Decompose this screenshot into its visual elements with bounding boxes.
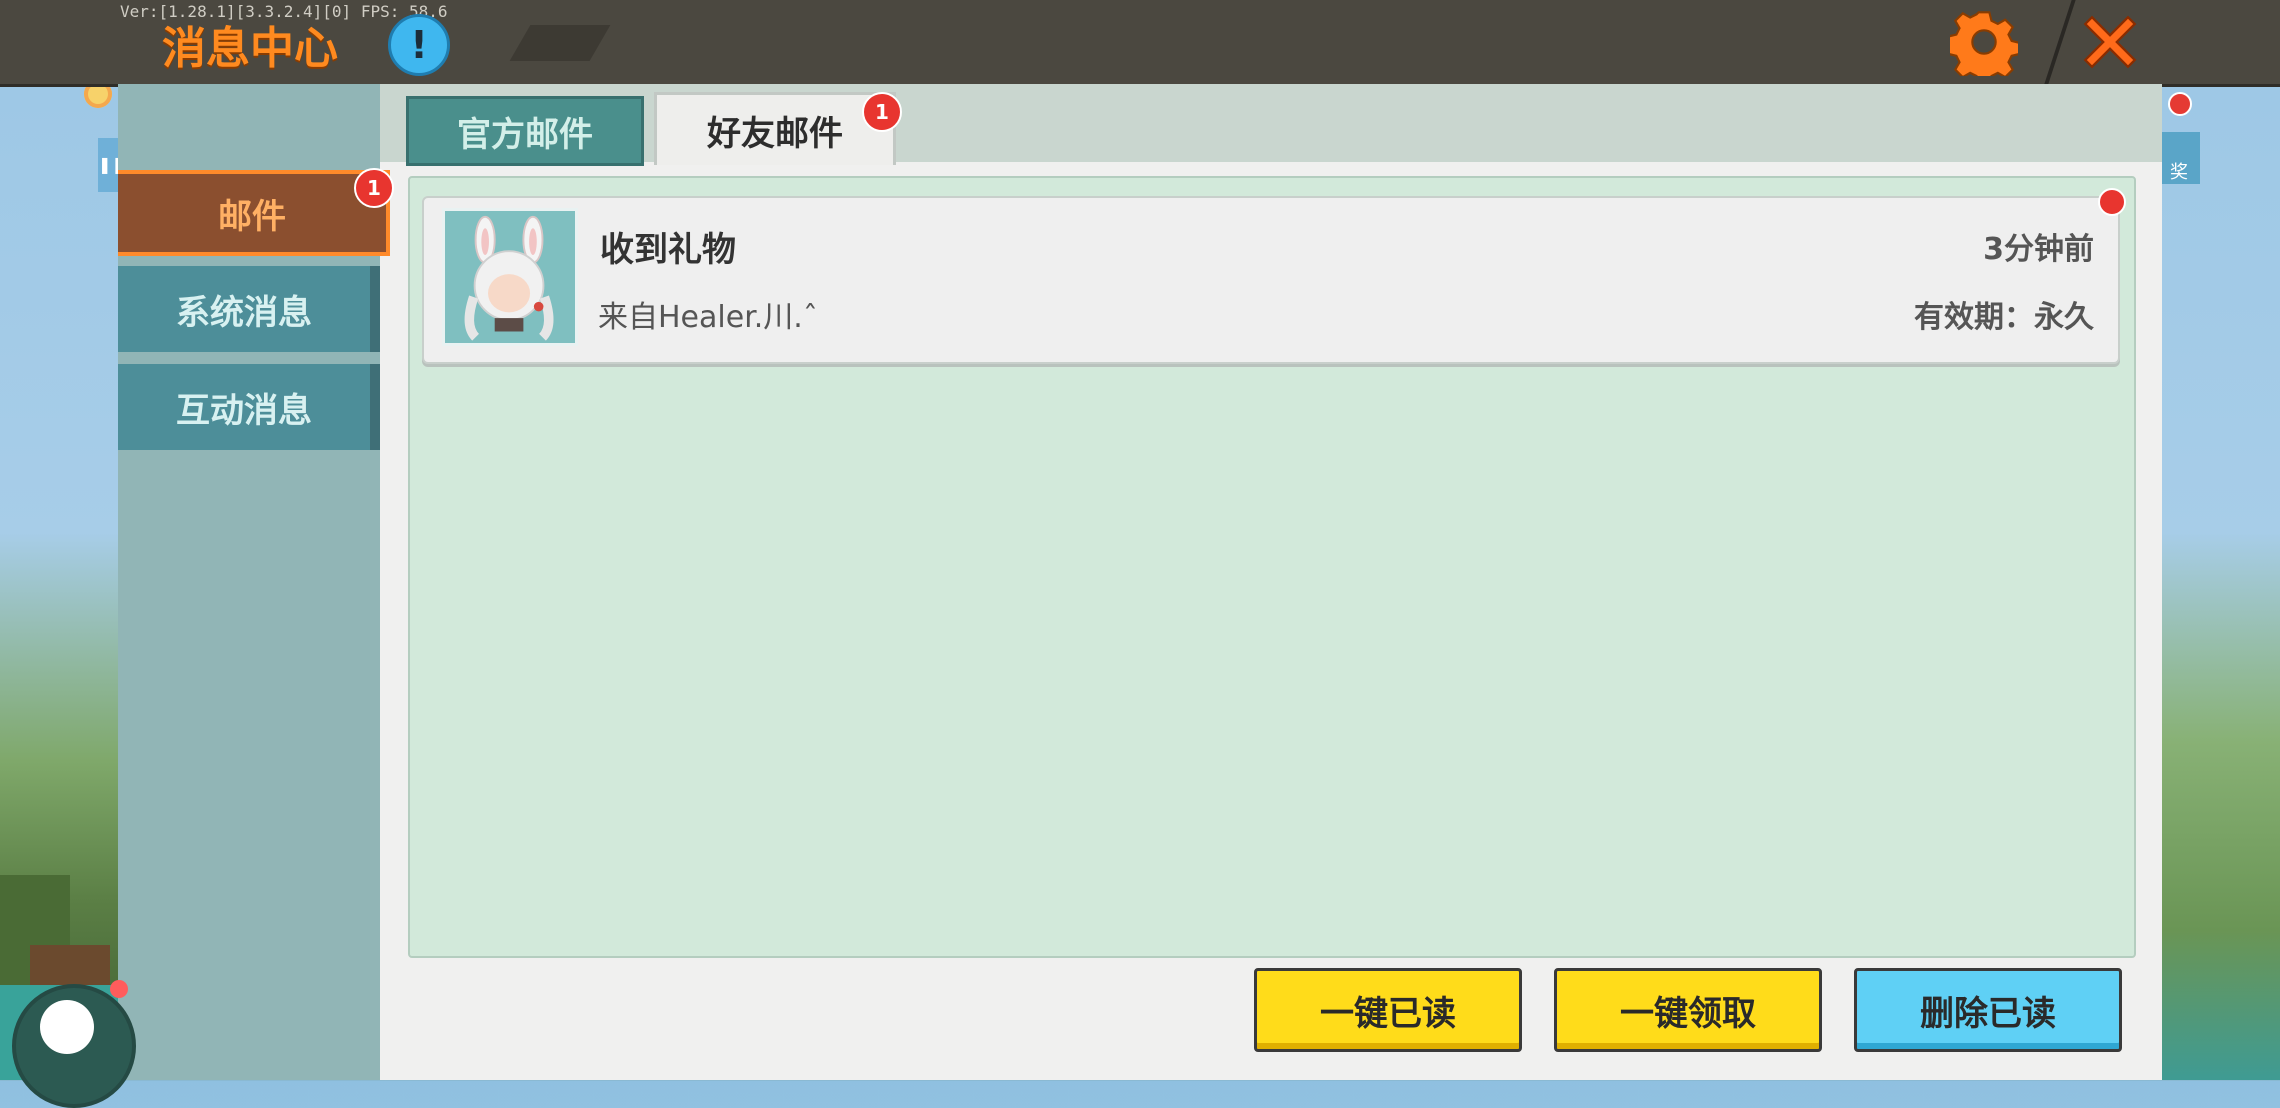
unread-dot: [2098, 188, 2126, 216]
tab-label: 官方邮件: [457, 114, 593, 155]
close-icon[interactable]: [2074, 6, 2146, 78]
tab-strip: [380, 84, 2162, 162]
info-icon[interactable]: !: [388, 14, 450, 76]
header-bar: Ver:[1.28.1][3.3.2.4][0] FPS: 58.6 消息中心 …: [0, 0, 2280, 87]
side-item-label: 互动消息: [176, 390, 312, 431]
mail-expiry: 有效期：永久: [1914, 300, 2094, 335]
game-background-left: [0, 85, 120, 1080]
side-item-label: 系统消息: [176, 292, 312, 333]
joystick-knob[interactable]: [40, 1000, 94, 1054]
game-background-right: [2160, 85, 2280, 1080]
tab-official-mail[interactable]: 官方邮件: [406, 96, 644, 166]
tab-label: 好友邮件: [707, 113, 843, 154]
friend-mail-badge: 1: [862, 92, 902, 132]
side-item-label: 邮件: [218, 196, 286, 237]
gear-icon[interactable]: [1950, 8, 2018, 76]
mail-sender: 来自Healer.川.ˆ: [598, 300, 818, 335]
side-item-interaction-messages[interactable]: 互动消息: [118, 364, 380, 450]
mail-title: 收到礼物: [600, 230, 736, 270]
header-decoration: [509, 25, 611, 61]
header-separator: [2044, 0, 2076, 84]
side-item-system-messages[interactable]: 系统消息: [118, 266, 380, 352]
reward-notification-dot: [2168, 92, 2192, 116]
mail-badge: 1: [354, 168, 394, 208]
side-item-mail[interactable]: 邮件: [118, 170, 390, 256]
read-all-button[interactable]: 一键已读: [1254, 968, 1522, 1052]
delete-read-button[interactable]: 删除已读: [1854, 968, 2122, 1052]
reward-tag[interactable]: 奖: [2158, 132, 2200, 184]
mail-time: 3分钟前: [1983, 232, 2094, 267]
page-title: 消息中心: [162, 23, 338, 74]
sender-avatar[interactable]: [442, 208, 578, 346]
tab-friend-mail[interactable]: 好友邮件: [654, 92, 896, 165]
joystick-notification-dot: [110, 980, 128, 998]
claim-all-button[interactable]: 一键领取: [1554, 968, 1822, 1052]
reward-tag-label: 奖: [2170, 162, 2188, 183]
